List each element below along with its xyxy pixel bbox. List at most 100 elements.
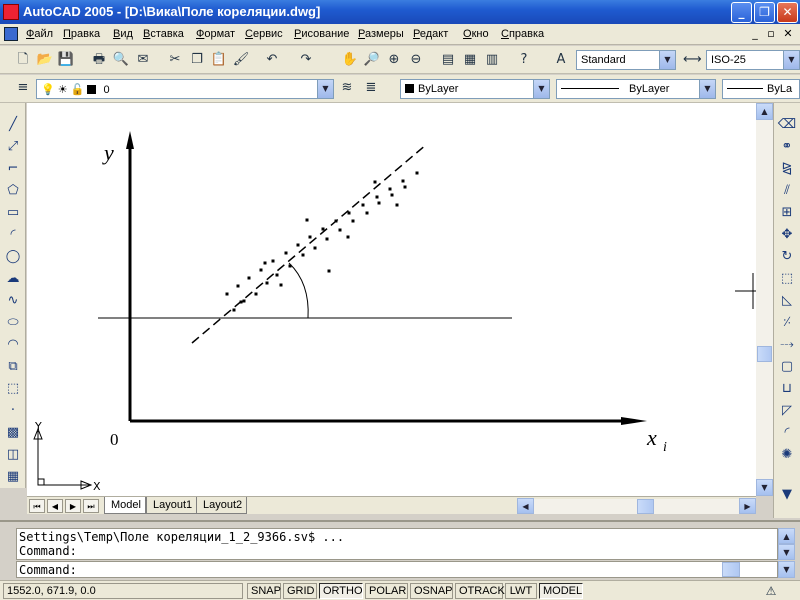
dim-style-select[interactable]: ISO-25 ▼ [706, 50, 800, 70]
menu-file[interactable]: Файл [26, 28, 53, 40]
match-properties-icon[interactable]: 🖌 [232, 51, 250, 69]
scroll-up-button[interactable]: ▲ [756, 103, 773, 120]
undo-icon[interactable]: ↶ [263, 51, 281, 69]
scroll-left-button[interactable]: ◀ [517, 498, 534, 514]
first-tab-button[interactable]: ⏮ [29, 499, 45, 513]
coordinate-display[interactable]: 1552.0, 671.9, 0.0 [3, 583, 243, 599]
make-current-layer-icon[interactable]: ≋ [338, 79, 356, 97]
linetype-select[interactable]: ByLayer ▼ [556, 79, 716, 99]
pan-icon[interactable]: ✋ [341, 51, 359, 69]
circle-icon[interactable]: ◯ [3, 247, 23, 267]
tab-layout2[interactable]: Layout2 [196, 497, 248, 514]
layer-select[interactable]: 💡 ☀ 🔓 0 ▼ [36, 79, 334, 99]
horizontal-scroll-thumb[interactable] [637, 499, 654, 514]
redo-icon[interactable]: ↷ [297, 51, 315, 69]
scroll-right-button[interactable]: ▶ [739, 498, 756, 514]
doc-restore-button[interactable]: ▫ [764, 28, 778, 41]
line-icon[interactable]: ╱ [3, 115, 23, 135]
next-tab-button[interactable]: ▶ [65, 499, 81, 513]
close-button[interactable]: ✕ [777, 2, 798, 23]
vertical-scrollbar[interactable]: ▲ ▼ [756, 103, 773, 496]
tab-layout1[interactable]: Layout1 [146, 497, 198, 514]
ortho-toggle[interactable]: ORTHO [319, 583, 363, 599]
publish-icon[interactable]: ✉ [134, 51, 152, 69]
stretch-icon[interactable]: ◺ [777, 291, 797, 311]
doc-close-button[interactable]: ✕ [781, 28, 795, 41]
communication-center-icon[interactable]: ⚠ [762, 582, 780, 600]
insert-block-icon[interactable]: ⧉ [3, 357, 23, 377]
polar-toggle[interactable]: POLAR [365, 583, 408, 599]
point-icon[interactable]: · [3, 401, 23, 421]
maximize-button[interactable]: ❐ [754, 2, 775, 23]
table-icon[interactable]: ▦ [3, 467, 23, 487]
help-icon[interactable]: ? [515, 51, 533, 69]
construction-line-icon[interactable]: ⤢ [3, 137, 23, 157]
menu-help[interactable]: Справка [501, 28, 544, 40]
horizontal-scrollbar[interactable]: ◀ ▶ [517, 498, 756, 514]
plot-preview-icon[interactable]: 🔍 [112, 51, 130, 69]
menu-edit[interactable]: Правка [63, 28, 100, 40]
lineweight-select[interactable]: ByLa [722, 79, 800, 99]
mirror-icon[interactable]: ⧎ [777, 159, 797, 179]
cmd-scroll-up-button[interactable]: ▲ [778, 528, 795, 544]
autocad-app-icon[interactable] [3, 4, 19, 20]
polygon-icon[interactable]: ⬠ [3, 181, 23, 201]
document-icon[interactable] [4, 27, 18, 41]
open-file-icon[interactable]: 📂 [36, 51, 54, 69]
toolbar-scroll-down-icon[interactable]: ▼ [777, 485, 797, 505]
cmd-scroll-thumb[interactable] [722, 562, 740, 577]
menu-modify[interactable]: Редакт [413, 28, 448, 40]
text-style-select[interactable]: Standard ▼ [576, 50, 676, 70]
osnap-toggle[interactable]: OSNAP [410, 583, 453, 599]
rotate-icon[interactable]: ↻ [777, 247, 797, 267]
properties-icon[interactable]: ▤ [439, 51, 457, 69]
menu-dimension[interactable]: Размеры [358, 28, 404, 40]
doc-minimize-button[interactable]: _ [748, 28, 762, 41]
region-icon[interactable]: ◫ [3, 445, 23, 465]
color-select[interactable]: ByLayer ▼ [400, 79, 550, 99]
tab-model[interactable]: Model [104, 497, 146, 514]
tool-palettes-icon[interactable]: ▥ [483, 51, 501, 69]
array-icon[interactable]: ⊞ [777, 203, 797, 223]
offset-icon[interactable]: ⫽ [777, 181, 797, 201]
zoom-previous-icon[interactable]: ⊖ [407, 51, 425, 69]
make-block-icon[interactable]: ⬚ [3, 379, 23, 399]
print-icon[interactable]: 🖶 [90, 51, 108, 69]
ellipse-icon[interactable]: ⬭ [3, 313, 23, 333]
scroll-down-button[interactable]: ▼ [756, 479, 773, 496]
zoom-window-icon[interactable]: ⊕ [385, 51, 403, 69]
hatch-icon[interactable]: ▩ [3, 423, 23, 443]
lwt-toggle[interactable]: LWT [505, 583, 537, 599]
cut-icon[interactable]: ✂ [166, 51, 184, 69]
menu-format[interactable]: Формат [196, 28, 235, 40]
ellipse-arc-icon[interactable]: ◠ [3, 335, 23, 355]
vertical-scroll-thumb[interactable] [757, 346, 772, 362]
menu-tools[interactable]: Сервис [245, 28, 283, 40]
new-file-icon[interactable]: 🗋 [14, 51, 32, 69]
explode-icon[interactable]: ✺ [777, 445, 797, 465]
layer-previous-icon[interactable]: ≣ [362, 79, 380, 97]
otrack-toggle[interactable]: OTRACK [455, 583, 505, 599]
paste-icon[interactable]: 📋 [210, 51, 228, 69]
copy-object-icon[interactable]: ⚭ [777, 137, 797, 157]
spline-icon[interactable]: ∿ [3, 291, 23, 311]
cmd-line-scroll-button[interactable]: ▼ [778, 561, 795, 578]
chamfer-icon[interactable]: ◸ [777, 401, 797, 421]
model-toggle[interactable]: MODEL [539, 583, 583, 599]
extend-icon[interactable]: ⤏ [777, 335, 797, 355]
command-input[interactable]: Command: [16, 561, 778, 578]
drawing-canvas[interactable]: y 0 x i Y X [27, 103, 756, 496]
save-icon[interactable]: 💾 [57, 51, 75, 69]
polyline-icon[interactable]: ⌐ [3, 159, 23, 179]
cmd-scroll-down-button[interactable]: ▼ [778, 544, 795, 560]
snap-toggle[interactable]: SNAP [247, 583, 281, 599]
join-icon[interactable]: ⊔ [777, 379, 797, 399]
layer-manager-icon[interactable]: ≡ [14, 79, 32, 97]
revision-cloud-icon[interactable]: ☁ [3, 269, 23, 289]
copy-icon[interactable]: ❐ [188, 51, 206, 69]
menu-insert[interactable]: Вставка [143, 28, 184, 40]
trim-icon[interactable]: ⸓ [777, 313, 797, 333]
prev-tab-button[interactable]: ◀ [47, 499, 63, 513]
scale-icon[interactable]: ⬚ [777, 269, 797, 289]
zoom-realtime-icon[interactable]: 🔎 [363, 51, 381, 69]
